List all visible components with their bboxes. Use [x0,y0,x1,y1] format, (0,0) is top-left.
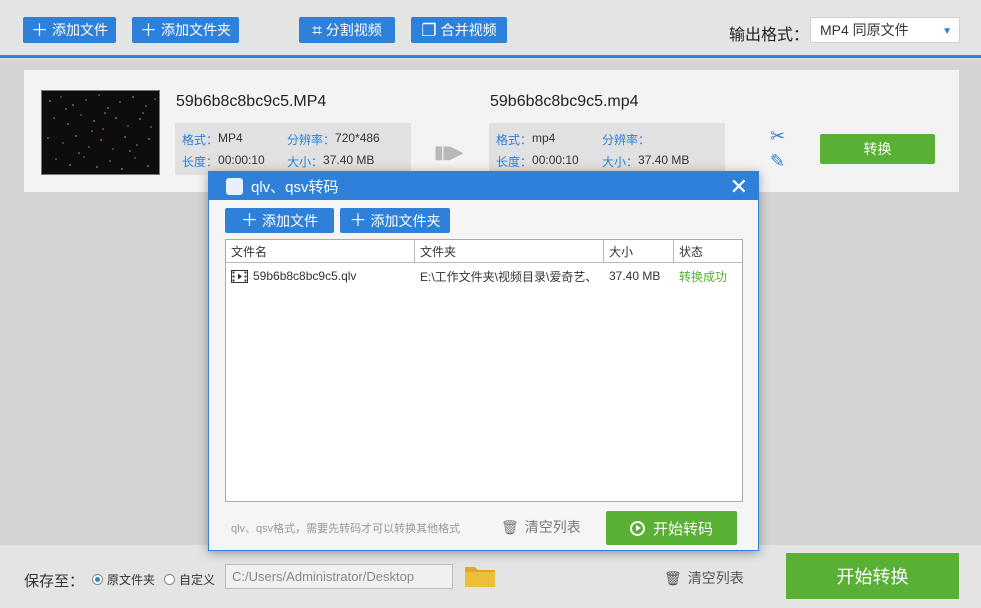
arrow-right-icon: ▮▮▶ [434,142,464,162]
column-header[interactable]: 大小 [604,240,674,263]
start-convert-button[interactable]: 开始转换 [786,553,959,599]
radio-unselected-icon [164,574,175,585]
save-to-label: 保存至： [24,573,85,590]
app-icon [226,177,243,195]
split-video-button[interactable]: ⌗ 分割视频 [299,17,395,43]
folder-icon[interactable] [464,564,496,588]
start-transcode-button[interactable]: 开始转码 [606,511,737,545]
column-header[interactable]: 文件夹 [415,240,604,263]
dialog-title-bar: qlv、qsv转码 ✕ [209,172,758,200]
copy-icon: ❐ [421,20,437,40]
dialog-add-folder-button[interactable]: ＋ 添加文件夹 [340,208,450,233]
convert-button[interactable]: 转换 [820,134,935,164]
add-file-button[interactable]: ＋ 添加文件 [23,17,116,43]
table-row[interactable]: 59b6b8c8bc9c5.qlv E:\工作文件夹\视频目录\爱奇艺、 37.… [226,266,742,286]
film-icon [231,269,248,283]
play-circle-icon [629,520,645,536]
dropdown-arrow-icon: ▼ [942,26,952,37]
add-folder-button[interactable]: ＋ 添加文件夹 [132,17,239,43]
merge-video-button[interactable]: ❐ 合并视频 [411,17,507,43]
clear-list-button[interactable]: 🗑 清空列表 [664,568,744,588]
output-format-label: 输出格式： [729,27,810,44]
edit-icon[interactable]: ✎ [770,151,785,172]
column-header[interactable]: 状态 [674,240,742,263]
radio-original-folder[interactable]: 原文件夹 [92,571,155,588]
file-table: 文件名 文件夹 大小 状态 59b6b8c8bc9c5.qlv E:\工作文件夹… [225,239,743,502]
close-icon[interactable]: ✕ [730,174,748,200]
trash-icon: 🗑 [664,569,682,586]
status-badge: 转换成功 [679,269,728,284]
target-file-name: 59b6b8c8bc9c5.mp4 [490,93,639,110]
dialog-clear-list-button[interactable]: 🗑 清空列表 [501,517,581,537]
top-toolbar: ＋ 添加文件 ＋ 添加文件夹 ⌗ 分割视频 ❐ 合并视频 输出格式： MP4 同… [0,0,981,58]
table-header: 文件名 文件夹 大小 状态 [226,240,742,263]
trash-icon: 🗑 [501,518,519,535]
source-info-box: 格式： MP4 分辨率： 720*486 长度： 00:00:10 大小： 37… [175,123,411,175]
radio-selected-icon [92,574,103,585]
output-format-select[interactable]: MP4 同原文件 ▼ [810,17,960,43]
scissors-icon[interactable]: ✂ [770,126,785,147]
output-path-input[interactable]: C:/Users/Administrator/Desktop [225,564,453,589]
source-file-name: 59b6b8c8bc9c5.MP4 [176,93,327,110]
crop-icon: ⌗ [312,20,322,40]
dialog-title: qlv、qsv转码 [251,178,339,196]
target-info-box: 格式： mp4 分辨率： 长度： 00:00:10 大小： 37.40 MB [489,123,725,175]
column-header[interactable]: 文件名 [226,240,415,263]
plus-icon: ＋ [241,211,258,230]
transcode-dialog: qlv、qsv转码 ✕ ＋ 添加文件 ＋ 添加文件夹 文件名 文件夹 大小 状态… [208,171,759,551]
video-thumbnail [41,90,160,175]
plus-icon: ＋ [349,211,367,230]
bottom-bar: 保存至： 原文件夹 自定义 C:/Users/Administrator/Des… [0,545,981,608]
plus-icon: ＋ [31,20,48,40]
hint-text: qlv、qsv格式，需要先转码才可以转换其他格式 [231,523,461,535]
radio-custom-folder[interactable]: 自定义 [164,571,215,588]
plus-icon: ＋ [140,20,157,40]
dialog-add-file-button[interactable]: ＋ 添加文件 [225,208,334,233]
